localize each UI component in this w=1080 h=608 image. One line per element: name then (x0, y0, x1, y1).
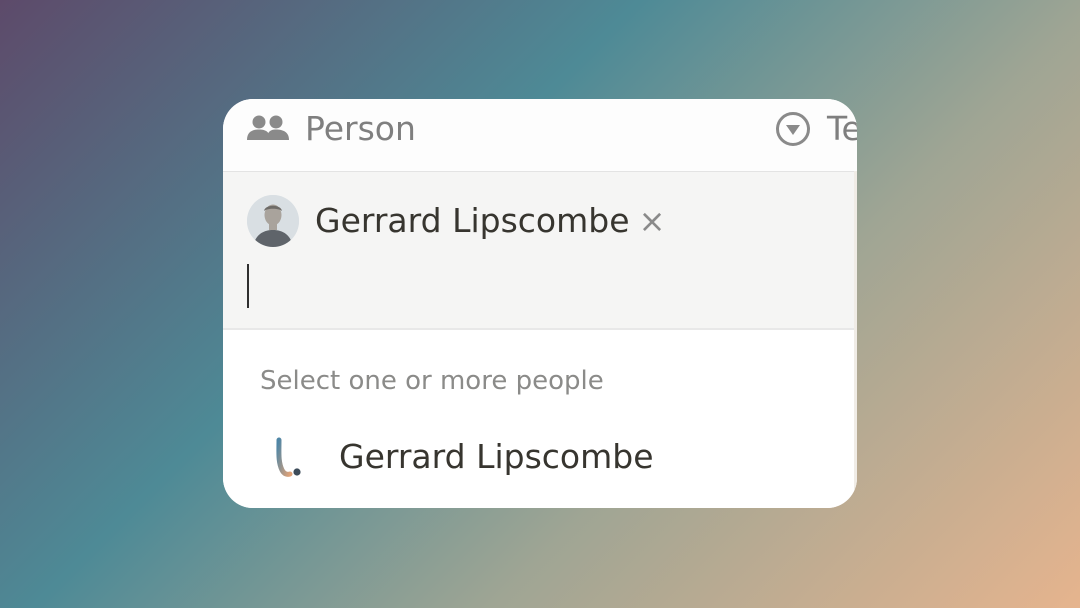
table-header: Person Te (223, 99, 857, 171)
option-person-name: Gerrard Lipscombe (339, 437, 654, 476)
next-column-label[interactable]: Te (827, 109, 857, 149)
l-logo-icon (273, 436, 303, 480)
people-icon (247, 113, 289, 145)
property-card: Person Te Gerrard Lipscombe × Select one… (223, 99, 857, 508)
selected-people-input[interactable]: Gerrard Lipscombe × (223, 172, 854, 330)
avatar (247, 195, 299, 247)
status-circle-icon (775, 111, 811, 147)
section-label: Select one or more people (260, 366, 604, 396)
remove-person-button[interactable]: × (636, 205, 668, 237)
underlying-table-edge (854, 171, 857, 508)
person-column-label[interactable]: Person (305, 109, 416, 149)
text-cursor (247, 264, 249, 308)
selected-person-name: Gerrard Lipscombe (315, 201, 630, 240)
person-option[interactable]: Gerrard Lipscombe (223, 422, 854, 494)
person-picker-popup: Gerrard Lipscombe × Select one or more p… (223, 171, 855, 508)
